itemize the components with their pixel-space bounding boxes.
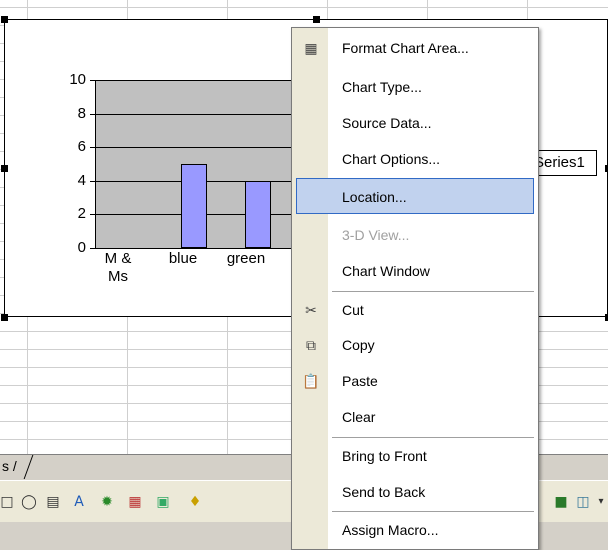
menu-item-3d-view: 3-D View... — [292, 217, 538, 253]
menu-item-source-data[interactable]: Source Data... — [292, 105, 538, 141]
chevron-down-icon[interactable]: ▾ — [592, 493, 608, 511]
x-tick-label-green: green — [226, 250, 266, 267]
menu-item-clear[interactable]: Clear — [292, 399, 538, 435]
menu-item-label: Cut — [342, 302, 364, 318]
insert-picture-icon[interactable]: ▣ — [154, 493, 172, 511]
scissors-icon: ✂ — [305, 302, 317, 318]
shadow-style-icon[interactable]: ■ — [552, 493, 570, 511]
menu-item-label: Bring to Front — [342, 448, 427, 464]
sheet-tab[interactable]: s / — [0, 455, 42, 479]
menu-item-location[interactable]: Location... — [296, 178, 534, 214]
selection-handle-top-middle[interactable] — [313, 16, 320, 23]
menu-item-label: Format Chart Area... — [342, 40, 469, 56]
menu-item-assign-macro[interactable]: Assign Macro... — [292, 512, 538, 548]
text-box-icon[interactable]: ▤ — [44, 493, 62, 511]
menu-item-label: Chart Window — [342, 263, 430, 279]
context-menu: ▦ Format Chart Area... Chart Type... Sou… — [291, 27, 539, 550]
bar-green[interactable] — [245, 180, 271, 248]
menu-item-label: Assign Macro... — [342, 522, 439, 538]
menu-item-label: Clear — [342, 409, 376, 425]
menu-item-format-chart-area[interactable]: ▦ Format Chart Area... — [292, 30, 538, 66]
bar-blue[interactable] — [181, 164, 207, 248]
selection-handle-middle-left[interactable] — [1, 165, 8, 172]
y-tick-label: 8 — [77, 104, 86, 122]
menu-item-label: Send to Back — [342, 484, 426, 500]
menu-item-cut[interactable]: ✂ Cut — [292, 292, 538, 328]
oval-icon[interactable]: ◯ — [20, 493, 38, 511]
legend-entry-series1: Series1 — [534, 154, 585, 171]
menu-item-bring-to-front[interactable]: Bring to Front — [292, 438, 538, 474]
x-tick-label-mms-line2: Ms — [108, 268, 128, 285]
menu-item-label: Chart Options... — [342, 151, 441, 167]
y-tick — [90, 113, 96, 115]
y-tick-label: 6 — [77, 138, 86, 156]
menu-item-copy[interactable]: ⧉ Copy — [292, 327, 538, 363]
diagram-icon[interactable]: ✹ — [98, 493, 116, 511]
menu-item-chart-window[interactable]: Chart Window — [292, 253, 538, 289]
menu-item-label: Location... — [342, 189, 407, 205]
y-tick — [90, 180, 96, 182]
y-tick — [90, 147, 96, 149]
x-tick-label-mms-line1: M & — [104, 250, 132, 267]
menu-item-chart-type[interactable]: Chart Type... — [292, 69, 538, 105]
menu-item-label: 3-D View... — [342, 227, 410, 243]
wordart-icon[interactable]: A — [70, 493, 88, 511]
rectangle-icon[interactable]: □ — [0, 493, 16, 511]
selection-handle-top-left[interactable] — [1, 16, 8, 23]
3d-style-icon[interactable]: ◫ — [574, 493, 592, 511]
menu-item-paste[interactable]: 📋 Paste — [292, 363, 538, 399]
y-tick — [90, 248, 96, 249]
y-tick-label: 4 — [77, 171, 86, 189]
x-tick-label-blue: blue — [168, 250, 198, 267]
menu-item-label: Source Data... — [342, 115, 432, 131]
clip-art-icon[interactable]: ▦ — [126, 493, 144, 511]
y-tick — [90, 214, 96, 216]
y-tick-label: 2 — [77, 205, 86, 223]
fill-color-icon[interactable]: ♦ — [186, 493, 204, 511]
y-tick-label: 10 — [69, 71, 86, 88]
y-tick — [90, 80, 96, 81]
menu-item-label: Paste — [342, 373, 378, 389]
menu-item-send-to-back[interactable]: Send to Back — [292, 474, 538, 510]
menu-item-chart-options[interactable]: Chart Options... — [292, 141, 538, 177]
y-tick-label: 0 — [77, 239, 86, 256]
copy-icon: ⧉ — [306, 337, 316, 353]
menu-item-label: Chart Type... — [342, 79, 422, 95]
selection-handle-bottom-left[interactable] — [1, 314, 8, 321]
chart-legend[interactable]: Series1 — [531, 150, 597, 176]
format-chart-area-icon: ▦ — [304, 40, 318, 56]
paste-icon: 📋 — [302, 373, 320, 389]
menu-item-label: Copy — [342, 337, 375, 353]
